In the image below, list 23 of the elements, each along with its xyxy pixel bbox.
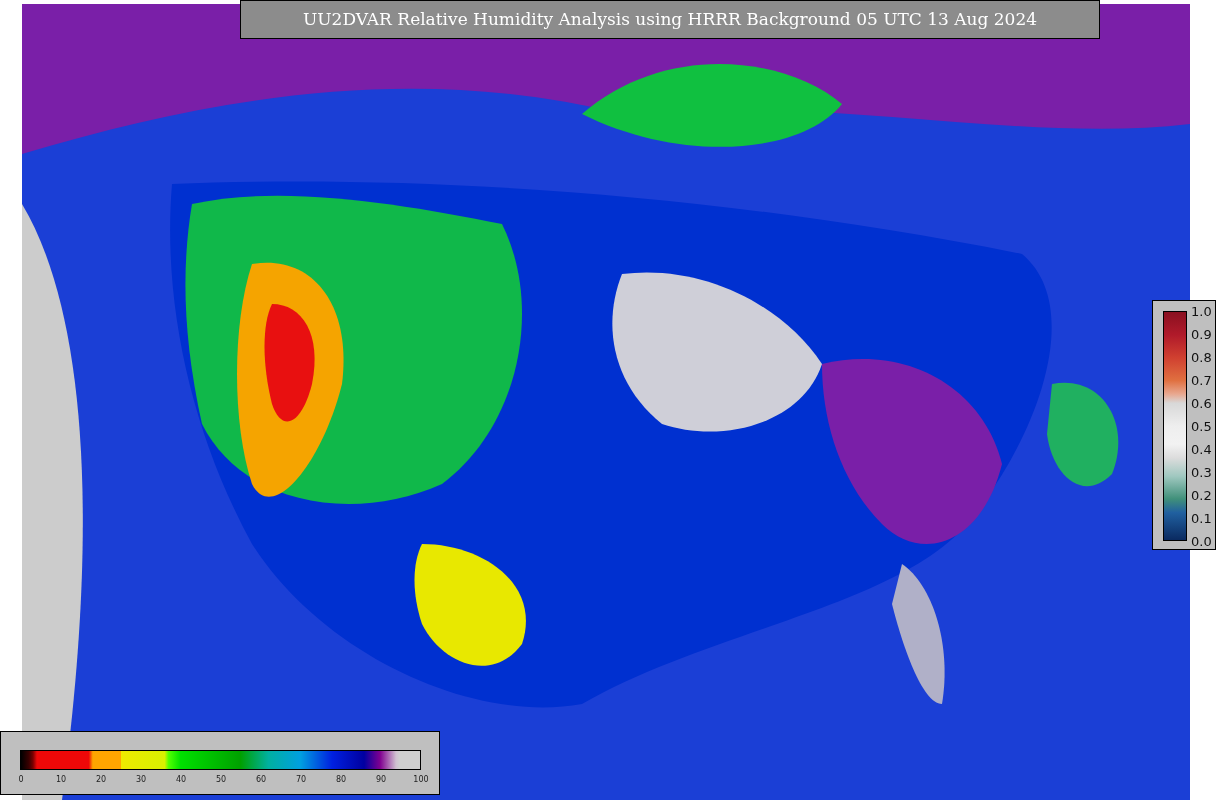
map-title: UU2DVAR Relative Humidity Analysis using HRRR Background 05 UTC 13 Aug 2024: [240, 0, 1100, 39]
colorbar-tick-label: 0.2: [1191, 487, 1212, 503]
colorbar-tick-label: 90: [375, 775, 387, 784]
colorbar-tick-label: 0.6: [1191, 395, 1212, 411]
colorbar-tick-label: 0.4: [1191, 441, 1212, 457]
colorbar-tick-label: 20: [95, 775, 107, 784]
colorbar-tick-label: 80: [335, 775, 347, 784]
colorbar-tick-label: 70: [295, 775, 307, 784]
colorbar-tick-label: 10: [55, 775, 67, 784]
colorbar-tick-label: 0.9: [1191, 326, 1212, 342]
colorbar-tick-label: 100: [413, 775, 429, 784]
colorbar-tick-label: 0.7: [1191, 372, 1212, 388]
colorbar-tick-label: 0.0: [1191, 533, 1212, 549]
colorbar-tick-label: 0.5: [1191, 418, 1212, 434]
colorbar-tick-label: 0.8: [1191, 349, 1212, 365]
colorbar-tick-label: 0: [18, 775, 24, 784]
colorbar-tick-label: 30: [135, 775, 147, 784]
colorbar-tick-label: 1.0: [1191, 303, 1212, 319]
colorbar-tick-label: 0.1: [1191, 510, 1212, 526]
colorbar-tick-label: 50: [215, 775, 227, 784]
colorbar-tick-label: 60: [255, 775, 267, 784]
colorbar-tick-label: 0.3: [1191, 464, 1212, 480]
colorbar-tick-label: 40: [175, 775, 187, 784]
